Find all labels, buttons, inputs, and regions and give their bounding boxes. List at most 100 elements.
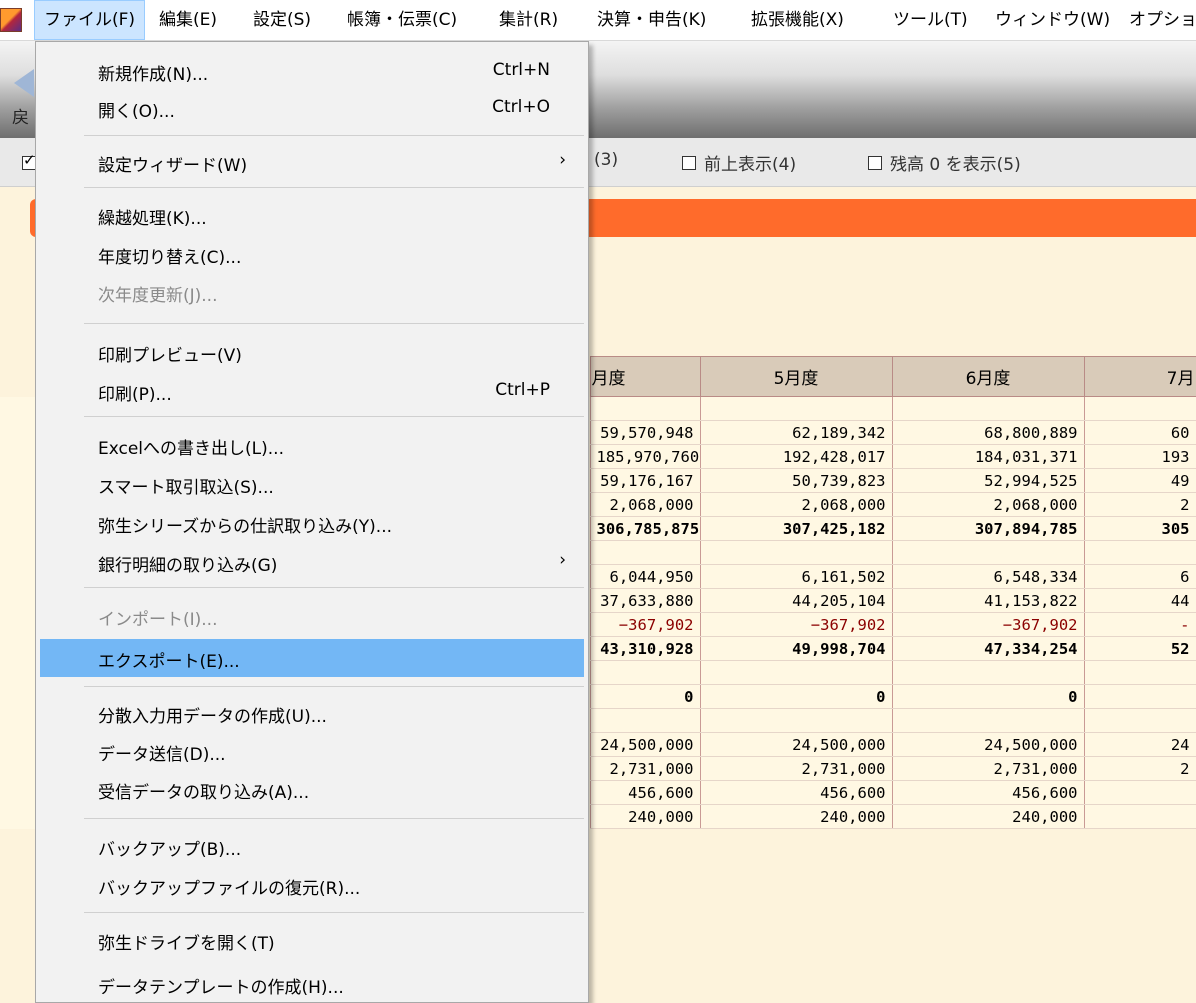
menu-books-slips[interactable]: 帳簿・伝票(C): [338, 0, 466, 40]
table-cell[interactable]: 59,176,167: [589, 468, 701, 493]
menu-item-yayoi-journal-import[interactable]: 弥生シリーズからの仕訳取り込み(Y)...: [40, 506, 584, 540]
table-cell[interactable]: 6,044,950: [589, 564, 701, 589]
table-cell[interactable]: [589, 540, 701, 565]
table-cell[interactable]: 24,500,000: [589, 732, 701, 757]
table-cell[interactable]: 184,031,371: [891, 444, 1085, 469]
table-cell[interactable]: 0: [891, 684, 1085, 709]
menu-item-open[interactable]: 開く(O)... Ctrl+O: [40, 91, 584, 125]
menu-closing-filing[interactable]: 決算・申告(K): [588, 0, 715, 40]
table-cell[interactable]: 37,633,880: [589, 588, 701, 613]
menu-item-bank-statement-import[interactable]: 銀行明細の取り込み(G) ›: [40, 545, 584, 579]
column-header[interactable]: 7月: [1083, 356, 1196, 397]
menu-item-print[interactable]: 印刷(P)... Ctrl+P: [40, 374, 584, 408]
table-cell[interactable]: [891, 660, 1085, 685]
table-cell[interactable]: 47,334,254: [891, 636, 1085, 661]
option-4-checkbox[interactable]: [682, 156, 696, 170]
menu-item-backup[interactable]: バックアップ(B)...: [40, 829, 584, 863]
menu-item-new[interactable]: 新規作成(N)... Ctrl+N: [40, 54, 584, 88]
table-cell[interactable]: 307,894,785: [891, 516, 1085, 541]
table-cell[interactable]: 193: [1083, 444, 1196, 469]
table-cell[interactable]: 456,600: [891, 780, 1085, 805]
menu-extensions[interactable]: 拡張機能(X): [742, 0, 853, 40]
menu-item-import-received-data[interactable]: 受信データの取り込み(A)...: [40, 772, 584, 806]
table-cell[interactable]: 41,153,822: [891, 588, 1085, 613]
table-cell[interactable]: [699, 540, 893, 565]
table-cell[interactable]: −367,902: [699, 612, 893, 637]
table-cell[interactable]: [1083, 780, 1196, 805]
table-cell[interactable]: 52,994,525: [891, 468, 1085, 493]
table-cell[interactable]: 456,600: [589, 780, 701, 805]
table-cell[interactable]: −367,902: [589, 612, 701, 637]
table-cell[interactable]: 6: [1083, 564, 1196, 589]
menu-item-carry-forward[interactable]: 繰越処理(K)...: [40, 198, 584, 232]
table-cell[interactable]: 50,739,823: [699, 468, 893, 493]
menu-summary[interactable]: 集計(R): [490, 0, 567, 40]
table-cell[interactable]: [891, 540, 1085, 565]
table-cell[interactable]: 2: [1083, 492, 1196, 517]
table-cell[interactable]: [699, 660, 893, 685]
table-cell[interactable]: 68,800,889: [891, 420, 1085, 445]
table-cell[interactable]: 49: [1083, 468, 1196, 493]
option-4-label[interactable]: 前上表示(4): [704, 150, 796, 175]
menu-options[interactable]: オプション: [1120, 0, 1196, 40]
menu-item-setup-wizard[interactable]: 設定ウィザード(W) ›: [40, 145, 584, 179]
option-5-label[interactable]: 残高 0 を表示(5): [890, 150, 1021, 175]
table-cell[interactable]: 185,970,760: [589, 444, 701, 469]
table-cell[interactable]: [699, 396, 893, 421]
table-cell[interactable]: [1083, 396, 1196, 421]
app-icon[interactable]: [0, 8, 22, 32]
table-cell[interactable]: [1083, 540, 1196, 565]
column-header[interactable]: 5月度: [699, 356, 893, 397]
table-cell[interactable]: 43,310,928: [589, 636, 701, 661]
table-cell[interactable]: [589, 660, 701, 685]
table-cell[interactable]: 52: [1083, 636, 1196, 661]
menu-item-print-preview[interactable]: 印刷プレビュー(V): [40, 335, 584, 369]
table-cell[interactable]: 59,570,948: [589, 420, 701, 445]
table-cell[interactable]: 307,425,182: [699, 516, 893, 541]
option-5-checkbox[interactable]: [868, 156, 882, 170]
table-cell[interactable]: 49,998,704: [699, 636, 893, 661]
menu-tools[interactable]: ツール(T): [884, 0, 977, 40]
table-cell[interactable]: 240,000: [699, 804, 893, 829]
table-cell[interactable]: [589, 708, 701, 733]
menu-item-export[interactable]: エクスポート(E)...: [40, 639, 584, 677]
table-cell[interactable]: [1083, 708, 1196, 733]
table-cell[interactable]: 0: [699, 684, 893, 709]
table-cell[interactable]: 60: [1083, 420, 1196, 445]
table-cell[interactable]: 306,785,875: [589, 516, 701, 541]
menu-edit[interactable]: 編集(E): [150, 0, 226, 40]
menu-settings[interactable]: 設定(S): [244, 0, 320, 40]
menu-item-excel-export[interactable]: Excelへの書き出し(L)...: [40, 428, 584, 462]
table-cell[interactable]: 240,000: [589, 804, 701, 829]
table-cell[interactable]: 2,068,000: [891, 492, 1085, 517]
table-cell[interactable]: [1083, 660, 1196, 685]
table-cell[interactable]: 240,000: [891, 804, 1085, 829]
menu-item-open-yayoi-drive[interactable]: 弥生ドライブを開く(T): [40, 923, 584, 957]
table-cell[interactable]: 192,428,017: [699, 444, 893, 469]
column-header[interactable]: 6月度: [891, 356, 1085, 397]
table-cell[interactable]: 456,600: [699, 780, 893, 805]
table-cell[interactable]: 2: [1083, 756, 1196, 781]
table-cell[interactable]: 44: [1083, 588, 1196, 613]
table-cell[interactable]: 44,205,104: [699, 588, 893, 613]
table-cell[interactable]: [891, 708, 1085, 733]
menu-item-switch-year[interactable]: 年度切り替え(C)...: [40, 237, 584, 271]
menu-item-create-data-template[interactable]: データテンプレートの作成(H)...: [40, 967, 584, 1001]
table-cell[interactable]: 2,731,000: [699, 756, 893, 781]
table-cell[interactable]: 305: [1083, 516, 1196, 541]
table-cell[interactable]: [1083, 684, 1196, 709]
table-cell[interactable]: 62,189,342: [699, 420, 893, 445]
table-cell[interactable]: -: [1083, 612, 1196, 637]
table-cell[interactable]: [699, 708, 893, 733]
table-cell[interactable]: 24,500,000: [699, 732, 893, 757]
menu-item-restore-backup[interactable]: バックアップファイルの復元(R)...: [40, 868, 584, 902]
table-cell[interactable]: [891, 396, 1085, 421]
table-cell[interactable]: [589, 396, 701, 421]
column-header[interactable]: 月度: [589, 356, 701, 397]
table-cell[interactable]: 24: [1083, 732, 1196, 757]
option-checkbox-1[interactable]: [22, 151, 36, 170]
table-cell[interactable]: 2,068,000: [589, 492, 701, 517]
table-cell[interactable]: 0: [589, 684, 701, 709]
menu-item-send-data[interactable]: データ送信(D)...: [40, 734, 584, 768]
table-cell[interactable]: 6,548,334: [891, 564, 1085, 589]
